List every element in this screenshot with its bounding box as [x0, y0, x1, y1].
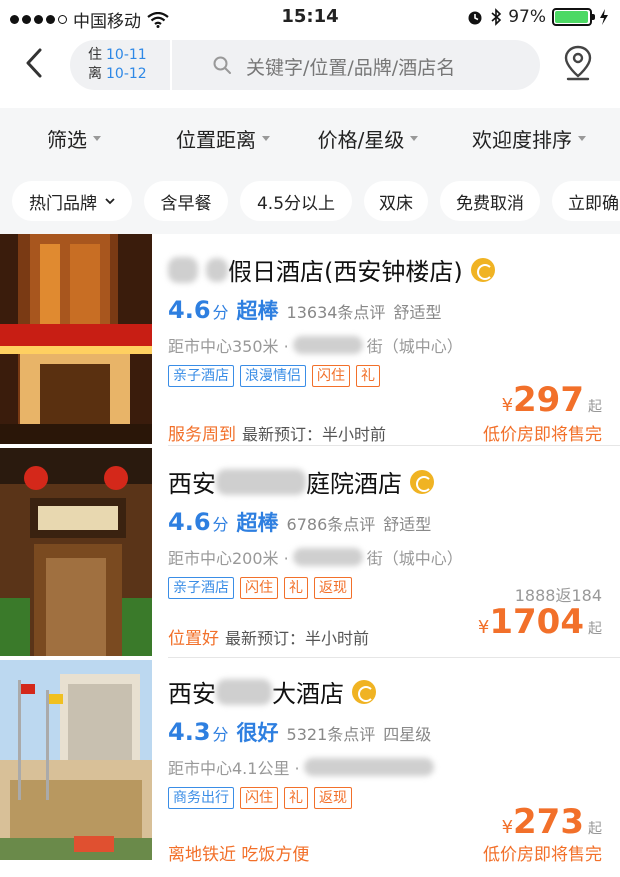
- status-bar: 中国移动 15:14 97%: [0, 0, 620, 36]
- divider: [170, 40, 172, 90]
- latest-booking: 最新预订：半小时前: [225, 629, 370, 648]
- review-count: 6786条点评: [286, 515, 376, 534]
- hotel-type: 四星级: [383, 725, 432, 744]
- chip-twin-bed[interactable]: 双床: [364, 181, 428, 221]
- map-pin-icon[interactable]: [562, 44, 594, 82]
- latest-booking: 最新预订：半小时前: [242, 425, 387, 444]
- chip-instant-confirm[interactable]: 立即确: [552, 181, 620, 221]
- filter-screen[interactable]: 筛选: [0, 108, 148, 168]
- hotel-type: 舒适型: [383, 515, 432, 534]
- distance: 距市中心4.1公里 ·: [168, 755, 608, 779]
- low-stock-warning: 低价房即将售完: [483, 845, 602, 865]
- caret-down-icon: [410, 135, 419, 141]
- rating-unit: 分: [212, 515, 229, 534]
- rating-unit: 分: [212, 303, 229, 322]
- caret-down-icon: [262, 135, 270, 141]
- rating-praise: 超棒: [236, 511, 279, 535]
- chip-breakfast[interactable]: 含早餐: [144, 181, 228, 221]
- highlight-text: 位置好: [168, 629, 219, 649]
- distance: 距市中心200米 · 街（城中心）: [168, 548, 463, 568]
- hotel-photo: [0, 660, 152, 860]
- checkout-date: 10-12: [106, 66, 147, 82]
- hotel-photo: [0, 448, 152, 656]
- chip-rating[interactable]: 4.5分以上: [240, 181, 352, 221]
- hotel-name: 西安 大酒店: [168, 674, 608, 709]
- bluetooth-icon: [491, 8, 502, 26]
- alarm-icon: [468, 11, 482, 25]
- rating-score: 4.6: [168, 296, 211, 324]
- filter-location[interactable]: 位置距离: [148, 108, 298, 168]
- low-stock-warning: 低价房即将售完: [483, 425, 602, 445]
- quick-filter-chips: 热门品牌 含早餐 4.5分以上 双床 免费取消 立即确: [0, 168, 620, 234]
- tag: 返现: [314, 787, 352, 809]
- checkin-label: 住: [88, 47, 102, 63]
- caret-down-icon: [578, 135, 586, 141]
- tag: 闪住: [240, 577, 278, 599]
- search-header: 住 10-11 离 10-12 关键字/位置/品牌/酒店名: [0, 36, 620, 100]
- gold-medal-icon: [352, 679, 376, 704]
- rating-score: 4.3: [168, 718, 211, 746]
- hotel-card[interactable]: 假日酒店(西安钟楼店) 4.6 分 超棒 13634条点评 舒适型 距市中心35…: [0, 234, 620, 446]
- review-count: 13634条点评: [286, 303, 386, 322]
- back-arrow-icon[interactable]: [20, 46, 50, 80]
- gold-medal-icon: [470, 257, 495, 282]
- search-icon: [213, 56, 231, 74]
- price: ¥ 297 起: [501, 380, 602, 420]
- tag: 亲子酒店: [168, 577, 234, 599]
- checkout-label: 离: [88, 66, 102, 82]
- battery-icon: [552, 8, 595, 26]
- hotel-name: 假日酒店(西安钟楼店): [168, 252, 608, 287]
- price: ¥ 273 起: [501, 802, 602, 842]
- checkin-date: 10-11: [106, 47, 147, 63]
- search-input[interactable]: 关键字/位置/品牌/酒店名: [246, 53, 455, 80]
- highlight-text: 离地铁近 吃饭方便: [168, 845, 310, 865]
- redacted-text: [292, 548, 363, 566]
- redacted-text: [303, 758, 434, 776]
- distance: 距市中心350米 · 街（城中心）: [168, 336, 463, 356]
- search-box[interactable]: 住 10-11 离 10-12 关键字/位置/品牌/酒店名: [70, 40, 540, 90]
- hotel-card[interactable]: 西安 庭院酒店 4.6 分 超棒 6786条点评 舒适型 距市中心200米 · …: [0, 446, 620, 658]
- stay-dates[interactable]: 住 10-11 离 10-12: [88, 46, 147, 84]
- chevron-down-icon: [105, 198, 115, 205]
- hotel-list: 假日酒店(西安钟楼店) 4.6 分 超棒 13634条点评 舒适型 距市中心35…: [0, 234, 620, 877]
- chip-popular-brands[interactable]: 热门品牌: [12, 181, 132, 221]
- tag: 礼: [356, 365, 380, 387]
- redacted-text: [216, 678, 272, 705]
- caret-down-icon: [93, 135, 101, 141]
- hotel-card[interactable]: 西安 大酒店 4.3 分 很好 5321条点评 四星级 距市中心4.1公里 · …: [0, 658, 620, 877]
- redacted-text: [206, 257, 228, 282]
- chip-free-cancel[interactable]: 免费取消: [440, 181, 540, 221]
- filter-sort[interactable]: 欢迎度排序: [438, 108, 620, 168]
- highlight-text: 服务周到: [168, 425, 236, 445]
- hotel-name: 西安 庭院酒店: [168, 464, 608, 499]
- filter-price-star[interactable]: 价格/星级: [298, 108, 438, 168]
- rating-praise: 很好: [236, 721, 279, 745]
- charging-icon: [600, 9, 608, 25]
- filter-bar: 筛选 位置距离 价格/星级 欢迎度排序: [0, 108, 620, 168]
- tag: 礼: [284, 787, 308, 809]
- tag: 亲子酒店: [168, 365, 234, 387]
- redacted-text: [168, 256, 198, 283]
- review-count: 5321条点评: [286, 725, 376, 744]
- tag: 闪住: [240, 787, 278, 809]
- tag: 商务出行: [168, 787, 234, 809]
- tag: 闪住: [312, 365, 350, 387]
- tag: 礼: [284, 577, 308, 599]
- redacted-text: [292, 336, 363, 354]
- rating-score: 4.6: [168, 508, 211, 536]
- redacted-text: [216, 468, 306, 495]
- tag: 返现: [314, 577, 352, 599]
- hotel-photo: [0, 234, 152, 444]
- rating-praise: 超棒: [236, 299, 279, 323]
- gold-medal-icon: [410, 469, 434, 494]
- hotel-type: 舒适型: [393, 303, 442, 322]
- battery-percent: 97%: [508, 7, 546, 27]
- rating-unit: 分: [212, 725, 229, 744]
- tag: 浪漫情侣: [240, 365, 306, 387]
